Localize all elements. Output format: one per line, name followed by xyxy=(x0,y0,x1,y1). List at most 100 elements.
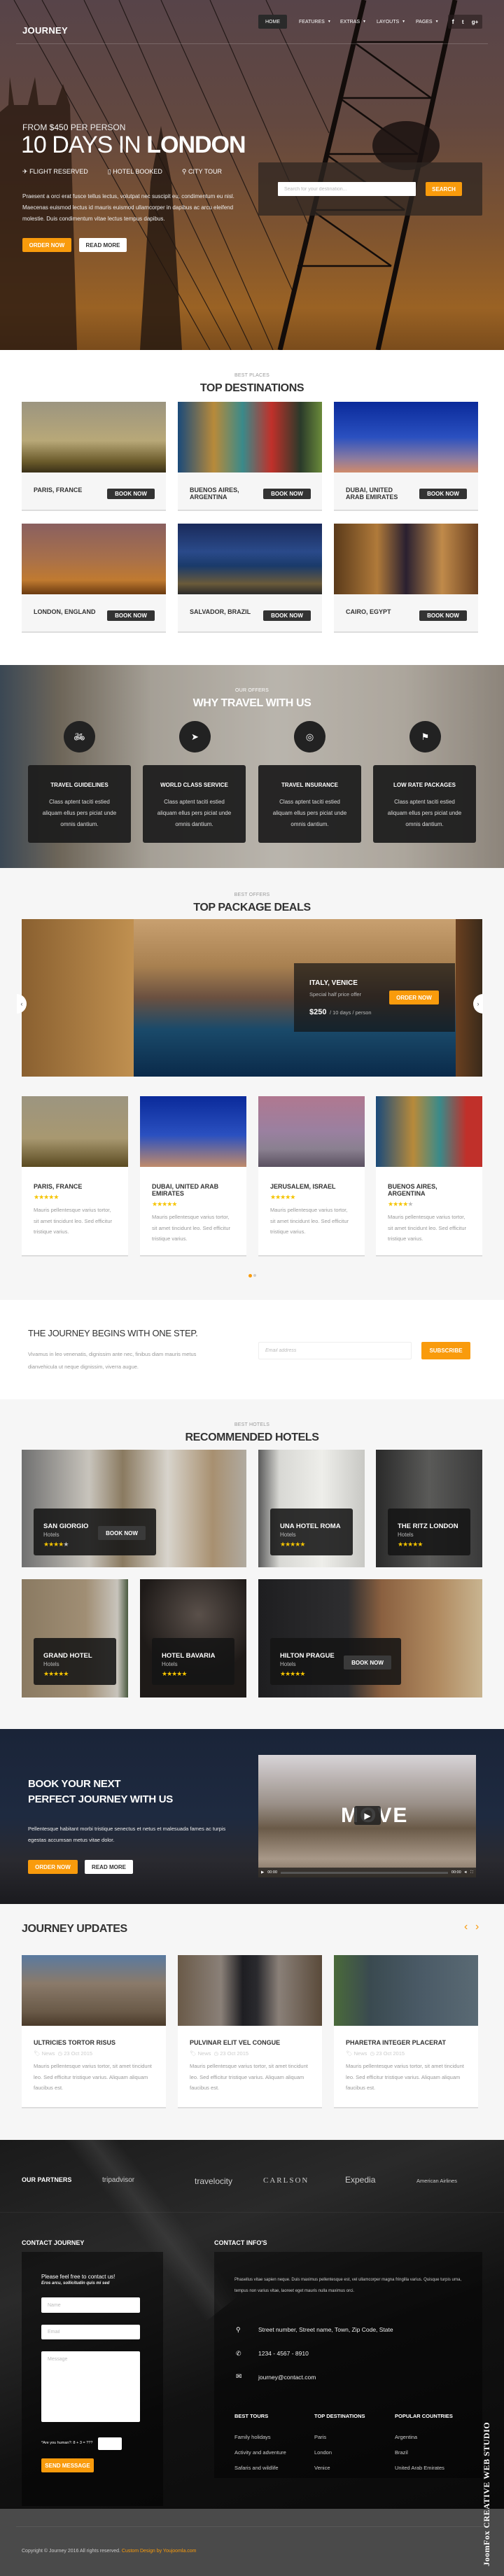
book-now-button[interactable]: BOOK NOW xyxy=(344,1656,391,1670)
dubai-image[interactable] xyxy=(334,402,478,472)
updates-next-arrow[interactable]: › xyxy=(475,1921,479,1933)
package-name: BUENOS AIRES, ARGENTINA xyxy=(388,1183,438,1197)
slide-order-button[interactable]: ORDER NOW xyxy=(389,990,439,1004)
buildings-left xyxy=(22,919,134,1077)
footer-link[interactable]: Argentina xyxy=(395,2434,453,2440)
partner-logo-american-airlines[interactable]: American Airlines xyxy=(416,2178,457,2184)
send-message-button[interactable]: SEND MESSAGE xyxy=(41,2458,94,2472)
destination-search-input[interactable] xyxy=(278,182,416,196)
news-title[interactable]: PULVINAR ELIT VEL CONGUE xyxy=(190,2039,310,2046)
hotel-card[interactable]: HOTEL BAVARIA Hotels ★★★★★ xyxy=(140,1579,246,1698)
paris-image[interactable] xyxy=(22,1096,128,1167)
message-textarea[interactable] xyxy=(41,2351,140,2422)
carousel-dot-active[interactable] xyxy=(248,1274,252,1278)
hotel-card[interactable]: HILTON PRAGUE Hotels ★★★★★ BOOK NOW xyxy=(258,1579,482,1698)
contact-email[interactable]: journey@contact.com xyxy=(258,2374,316,2381)
partner-logo-tripadvisor[interactable]: tripadvisor xyxy=(102,2176,134,2184)
read-more-button[interactable]: READ MORE xyxy=(85,1860,133,1874)
footer-column-best-tours: BEST TOURS Family holidays Activity and ad… xyxy=(234,2413,286,2480)
paris-image[interactable] xyxy=(22,402,166,472)
offer-box: LOW RATE PACKAGES Class aptent taciti est… xyxy=(373,765,476,843)
cairo-image[interactable] xyxy=(334,524,478,594)
street-image[interactable] xyxy=(178,1955,322,2026)
rating-stars: ★★★★★ xyxy=(270,1194,353,1201)
news-title[interactable]: ULTRICIES TORTOR RISUS xyxy=(34,2039,154,2046)
google-plus-icon[interactable]: g+ xyxy=(472,19,479,25)
hotel-card[interactable]: THE RITZ LONDON Hotels ★★★★★ xyxy=(376,1450,482,1567)
updates-prev-arrow[interactable]: ‹ xyxy=(464,1921,468,1933)
footer-link[interactable]: Paris xyxy=(314,2434,365,2440)
backpacker-image[interactable] xyxy=(334,1955,478,2026)
buenos-aires-image[interactable] xyxy=(178,402,322,472)
volume-icon[interactable]: 🔊︎ xyxy=(465,1870,467,1875)
book-now-button[interactable]: BOOK NOW xyxy=(98,1526,146,1540)
bicycle-icon: 🚲︎ xyxy=(64,721,95,752)
destination-card: CAIRO, EGYPT BOOK NOW xyxy=(334,524,478,633)
nav-layouts[interactable]: LAYOUTS ▼ xyxy=(377,15,405,29)
jerusalem-image[interactable] xyxy=(258,1096,365,1167)
mountain-hiker-image[interactable] xyxy=(22,1955,166,2026)
footer-link[interactable]: Activity and adventure xyxy=(234,2449,286,2456)
book-now-button[interactable]: BOOK NOW xyxy=(263,489,311,499)
hotel-card[interactable]: UNA HOTEL ROMA Hotels ★★★★★ xyxy=(258,1450,365,1567)
nav-features[interactable]: FEATURES ▼ xyxy=(299,15,331,29)
video-player[interactable]: MOVE ▶ ▶00:00 00:00🔊︎⛶ xyxy=(258,1755,476,1877)
partner-logo-travelocity[interactable]: travelocity xyxy=(195,2176,232,2186)
name-input[interactable] xyxy=(41,2297,140,2313)
order-now-button[interactable]: ORDER NOW xyxy=(28,1860,78,1874)
email-input[interactable] xyxy=(41,2325,140,2339)
footer-link[interactable]: Venice xyxy=(314,2465,365,2471)
partner-logo-expedia[interactable]: Expedia xyxy=(345,2175,375,2185)
news-date: 23 Oct 2015 xyxy=(64,2050,93,2057)
destination-name: PARIS, FRANCE xyxy=(34,486,83,493)
nav-pages[interactable]: PAGES ▼ xyxy=(416,15,439,29)
news-title[interactable]: PHARETRA INTEGER PLACERAT xyxy=(346,2039,466,2046)
feature-label: HOTEL BOOKED xyxy=(113,168,162,175)
contact-address: Street number, Street name, Town, Zip Co… xyxy=(258,2326,393,2333)
book-now-button[interactable]: BOOK NOW xyxy=(263,610,311,621)
order-now-button[interactable]: ORDER NOW xyxy=(22,238,71,252)
fullscreen-icon[interactable]: ⛶ xyxy=(470,1870,473,1875)
salvador-image[interactable] xyxy=(178,524,322,594)
news-meta: 🏷︎ News ◷ 23 Oct 2015 xyxy=(346,2050,466,2057)
booking-title: BOOK YOUR NEXT PERFECT JOURNEY WITH US xyxy=(28,1777,173,1807)
read-more-button[interactable]: READ MORE xyxy=(79,238,127,252)
footer-link[interactable]: Safaris and wildlife xyxy=(234,2465,286,2471)
email-input[interactable] xyxy=(258,1342,412,1359)
joomfox-badge-logo[interactable]: JoomFox CREATIVE WEB STUDIO xyxy=(476,2408,497,2569)
book-now-button[interactable]: BOOK NOW xyxy=(419,489,467,499)
play-button[interactable]: ▶ xyxy=(354,1806,381,1825)
footer-link[interactable]: Brazil xyxy=(395,2449,453,2456)
news-category[interactable]: News xyxy=(198,2050,211,2057)
badge-wordmark: JoomFox CREATIVE WEB STUDIO xyxy=(482,2421,491,2566)
newsletter-title: THE JOURNEY BEGINS WITH ONE STEP. xyxy=(28,1328,198,1338)
carousel-dot[interactable] xyxy=(253,1274,256,1277)
footer-link[interactable]: United Arab Emirates xyxy=(395,2465,453,2471)
credit-link[interactable]: Custom Design by Youjoomla.com xyxy=(122,2549,197,2554)
book-now-button[interactable]: BOOK NOW xyxy=(107,610,155,621)
footer-link[interactable]: Family holidays xyxy=(234,2434,286,2440)
logo[interactable]: JOURNEY xyxy=(22,25,68,36)
london-image[interactable] xyxy=(22,524,166,594)
book-now-button[interactable]: BOOK NOW xyxy=(107,489,155,499)
play-icon[interactable]: ▶ xyxy=(261,1870,264,1875)
buenos-aires-image[interactable] xyxy=(376,1096,482,1167)
dubai-image[interactable] xyxy=(140,1096,246,1167)
news-category[interactable]: News xyxy=(354,2050,368,2057)
subscribe-button[interactable]: SUBSCRIBE xyxy=(421,1342,470,1359)
search-button[interactable]: SEARCH xyxy=(426,182,462,196)
hotel-category: Hotels xyxy=(162,1661,178,1667)
hotel-card[interactable]: GRAND HOTEL Hotels ★★★★★ xyxy=(22,1579,128,1698)
facebook-icon[interactable]: f xyxy=(452,18,454,25)
twitter-icon[interactable]: t xyxy=(462,19,464,25)
nav-extras[interactable]: EXTRAS ▼ xyxy=(340,15,366,29)
nav-home[interactable]: HOME xyxy=(258,15,287,29)
partner-logo-carlson[interactable]: CARLSON xyxy=(263,2176,309,2185)
book-now-button[interactable]: BOOK NOW xyxy=(419,610,467,621)
captcha-input[interactable] xyxy=(98,2437,122,2450)
rating-stars: ★★★★★ xyxy=(43,1541,69,1548)
footer-link[interactable]: London xyxy=(314,2449,365,2456)
news-category[interactable]: News xyxy=(42,2050,55,2057)
progress-bar[interactable] xyxy=(281,1871,448,1874)
hotel-card[interactable]: SAN GIORGIO Hotels ★★★★★ BOOK NOW xyxy=(22,1450,246,1567)
